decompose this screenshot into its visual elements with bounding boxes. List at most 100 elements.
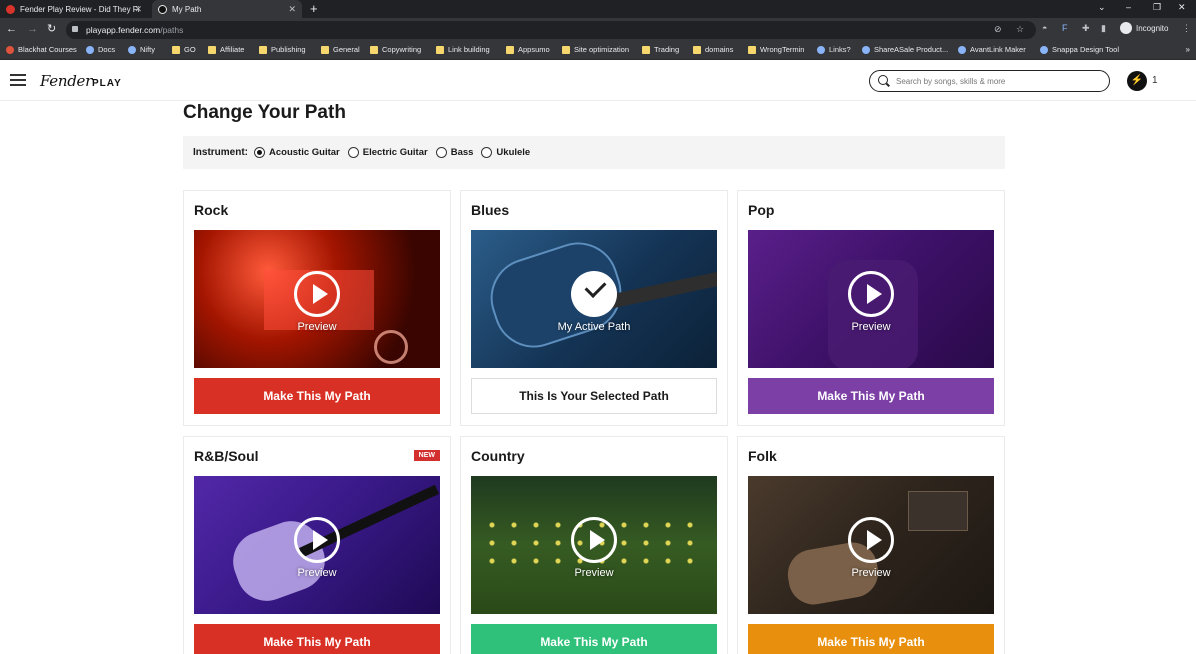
active-path-caption: My Active Path: [557, 321, 631, 333]
path-preview-video[interactable]: Preview: [748, 476, 994, 614]
fender-play-logo[interactable]: FenderPLAY: [40, 72, 122, 90]
folder-icon: [506, 45, 514, 54]
eye-off-icon[interactable]: ⊘: [994, 24, 1002, 35]
bookmark-item[interactable]: AvantLink Maker: [958, 45, 1026, 54]
bookmark-label: Snappa Design Tool: [1052, 45, 1119, 54]
maximize-button[interactable]: ❐: [1153, 2, 1161, 13]
path-title: R&B/Soul: [194, 448, 259, 464]
tab-search-icon[interactable]: ⌄: [1098, 2, 1106, 13]
bookmark-item[interactable]: WrongTermin: [748, 45, 804, 54]
bookmark-label: Docs: [98, 45, 116, 54]
bookmark-label: Copywriting: [382, 45, 422, 54]
bookmarks-overflow-icon[interactable]: »: [1186, 45, 1190, 54]
incognito-indicator[interactable]: Incognito: [1120, 22, 1168, 34]
radio-acoustic-guitar[interactable]: Acoustic Guitar: [254, 147, 340, 158]
search-box[interactable]: [869, 70, 1110, 92]
side-panel-icon[interactable]: ▮: [1101, 23, 1106, 34]
address-bar[interactable]: playapp.fender.com/paths ⊘ ☆: [66, 21, 1036, 39]
new-tab-button[interactable]: +: [310, 1, 318, 17]
tab-title: My Path: [172, 4, 202, 14]
bookmark-item[interactable]: General: [321, 45, 360, 54]
extension-icon[interactable]: ◓: [1042, 23, 1047, 33]
hamburger-menu-icon[interactable]: [10, 74, 26, 86]
play-icon[interactable]: [294, 517, 340, 563]
bookmark-item[interactable]: Publishing: [259, 45, 306, 54]
site-header: FenderPLAY ⚡ 1: [0, 61, 1196, 101]
close-tab-icon[interactable]: ✕: [288, 4, 296, 15]
play-icon[interactable]: [848, 271, 894, 317]
bookmark-item[interactable]: GO: [172, 45, 196, 54]
browser-tab-bar: Fender Play Review - Did They Fi ✕ My Pa…: [0, 0, 1196, 18]
new-badge: NEW: [413, 450, 440, 461]
bookmark-item[interactable]: Appsumo: [506, 45, 550, 54]
bookmark-item[interactable]: Snappa Design Tool: [1040, 45, 1119, 54]
make-this-my-path-button[interactable]: Make This My Path: [748, 624, 994, 654]
make-this-my-path-button[interactable]: Make This My Path: [194, 624, 440, 654]
close-tab-icon[interactable]: ✕: [134, 4, 142, 15]
bookmark-label: ShareASale Product...: [874, 45, 949, 54]
streak-lightning-icon[interactable]: ⚡: [1127, 71, 1147, 91]
bookmark-item[interactable]: Links?: [817, 45, 851, 54]
preview-caption: Preview: [851, 321, 891, 333]
streak-count: 1: [1152, 75, 1158, 86]
bookmark-label: Trading: [654, 45, 680, 54]
site-icon: [1040, 45, 1048, 54]
path-title: Folk: [748, 448, 777, 464]
bookmark-label: Site optimization: [574, 45, 630, 54]
path-preview-video[interactable]: Preview: [471, 476, 717, 614]
forward-arrow-icon[interactable]: →: [27, 23, 38, 35]
radio-ukulele[interactable]: Ukulele: [481, 147, 530, 158]
path-preview-video[interactable]: Preview: [194, 230, 440, 368]
instrument-selector: Instrument: Acoustic Guitar Electric Gui…: [183, 136, 1005, 169]
play-icon[interactable]: [848, 517, 894, 563]
search-input[interactable]: [896, 74, 1101, 88]
back-arrow-icon[interactable]: ←: [6, 23, 17, 35]
site-icon: [6, 45, 14, 54]
bookmark-item[interactable]: Docs: [86, 45, 115, 54]
path-preview-video[interactable]: Preview: [748, 230, 994, 368]
reload-icon[interactable]: ↻: [47, 23, 56, 35]
bookmark-label: AvantLink Maker: [970, 45, 1026, 54]
fender-favicon-icon: [6, 4, 15, 14]
bookmark-item[interactable]: ShareASale Product...: [862, 45, 948, 54]
radio-electric-guitar[interactable]: Electric Guitar: [347, 147, 428, 158]
bookmark-item[interactable]: Affiliate: [208, 45, 244, 54]
site-icon: [958, 45, 966, 54]
radio-bass[interactable]: Bass: [435, 147, 473, 158]
kebab-menu-icon[interactable]: ⋮: [1182, 23, 1191, 34]
radio-button[interactable]: [254, 147, 265, 158]
play-icon[interactable]: [294, 271, 340, 317]
bookmark-star-icon[interactable]: ☆: [1016, 24, 1024, 35]
path-preview-video[interactable]: My Active Path: [471, 230, 717, 368]
browser-tab[interactable]: Fender Play Review - Did They Fi ✕: [0, 0, 148, 18]
bookmark-item[interactable]: domains: [693, 45, 733, 54]
bookmark-item[interactable]: Nifty: [128, 45, 155, 54]
bookmark-item[interactable]: Blackhat Courses: [6, 45, 77, 54]
make-this-my-path-button[interactable]: Make This My Path: [748, 378, 994, 414]
url-text[interactable]: playapp.fender.com/paths: [86, 25, 183, 35]
selected-path-button[interactable]: This Is Your Selected Path: [471, 378, 717, 414]
bookmark-label: Affiliate: [220, 45, 245, 54]
puzzle-icon[interactable]: ✚: [1082, 23, 1090, 34]
radio-button[interactable]: [481, 147, 493, 158]
make-this-my-path-button[interactable]: Make This My Path: [194, 378, 440, 414]
radio-button[interactable]: [435, 147, 447, 158]
browser-tab-active[interactable]: My Path ✕: [152, 0, 302, 18]
preview-caption: Preview: [297, 321, 337, 333]
bookmark-item[interactable]: Link building: [436, 45, 490, 54]
folder-icon: [642, 45, 650, 54]
path-card-rock: Rock Preview Make This My Path: [183, 190, 451, 426]
minimize-button[interactable]: –: [1126, 2, 1131, 12]
bookmark-item[interactable]: Site optimization: [562, 45, 629, 54]
close-window-button[interactable]: ✕: [1178, 2, 1186, 13]
bookmark-item[interactable]: Trading: [642, 45, 679, 54]
path-preview-video[interactable]: Preview: [194, 476, 440, 614]
bookmark-item[interactable]: Copywriting: [370, 45, 421, 54]
bookmark-label: WrongTermin: [760, 45, 805, 54]
bookmark-label: Links?: [829, 45, 851, 54]
extension-f-icon[interactable]: F: [1062, 23, 1068, 33]
radio-button[interactable]: [347, 147, 359, 158]
make-this-my-path-button[interactable]: Make This My Path: [471, 624, 717, 654]
play-icon[interactable]: [571, 517, 617, 563]
site-icon: [128, 45, 136, 54]
